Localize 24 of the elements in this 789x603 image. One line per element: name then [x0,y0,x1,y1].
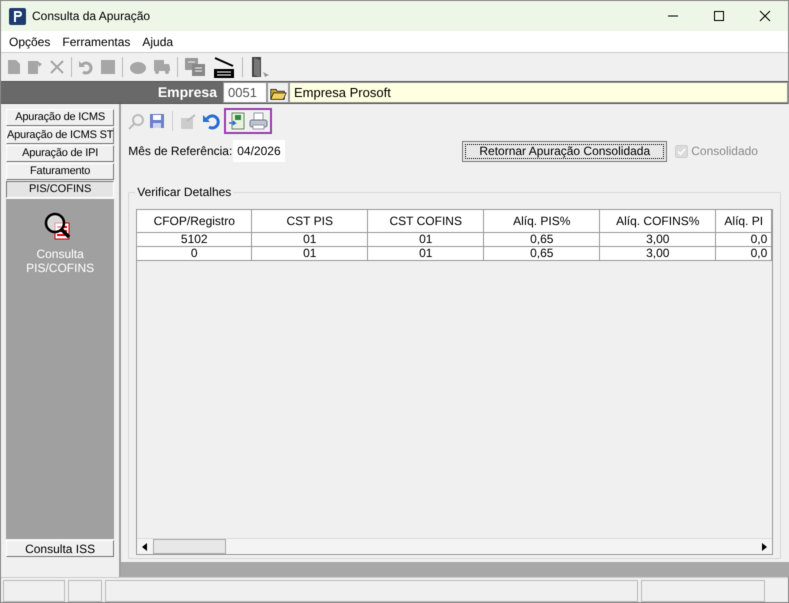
month-field[interactable]: 04/2026 [233,140,286,162]
menu-item[interactable]: Opções [3,32,56,50]
month-label: Mês de Referência: [128,143,234,160]
sidebar-item[interactable]: Apuração de IPI [6,145,114,162]
table-cell: 3,00 [600,247,716,261]
company-name-field[interactable]: Empresa Prosoft [289,82,788,103]
window-title: Consulta da Apuração [32,8,150,25]
return-consolidated-button[interactable]: Retornar Apuração Consolidada [462,140,668,162]
menu-item[interactable]: Ajuda [136,32,180,50]
sidebar-item[interactable]: Apuração de ICMS ST [6,127,114,144]
sidebar-item[interactable]: Faturamento [6,163,114,180]
company-code-field[interactable]: 0051 [223,82,267,103]
table-cell: 01 [368,247,484,261]
company-label: Empresa [158,83,217,102]
menu-item[interactable]: Ferramentas [56,32,136,50]
sidebar-item[interactable]: Consulta ISS [6,540,114,557]
checkbox-label: Consolidado [691,143,758,160]
table-cell: 01 [252,247,368,261]
table-cell: 0,65 [484,247,600,261]
sidebar-item[interactable]: Apuração de ICMS [6,109,114,126]
table-cell: 0,0 [716,247,772,261]
table-cell: 0 [137,247,252,261]
sidebar-item[interactable]: PIS/COFINS [6,181,114,198]
group-title: Verificar Detalhes [135,185,234,199]
